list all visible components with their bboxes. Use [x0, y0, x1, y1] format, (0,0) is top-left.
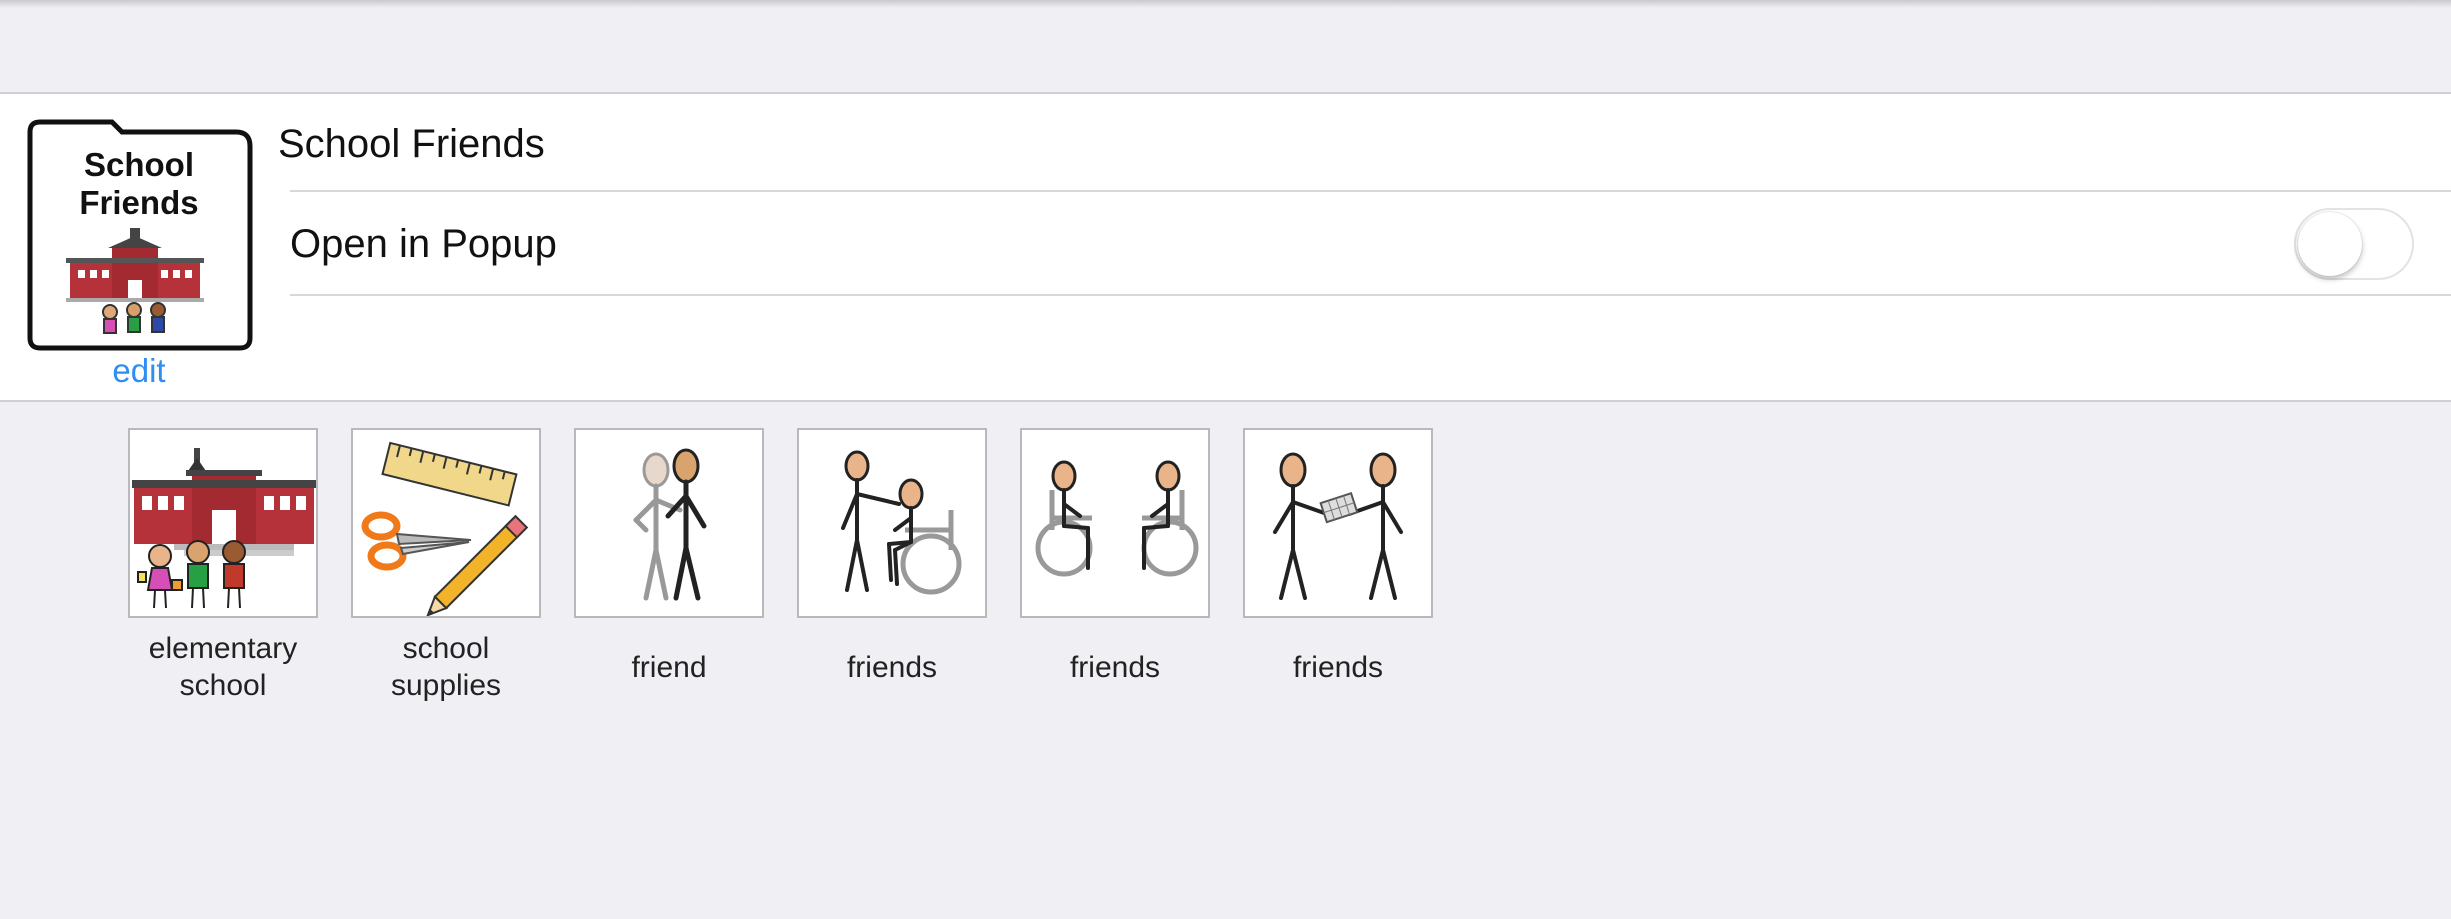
tile-friend[interactable]: friend	[574, 428, 764, 704]
tile-friends-1[interactable]: friends	[797, 428, 987, 704]
tile-friends-2[interactable]: friends	[1020, 428, 1210, 704]
tile-school-supplies[interactable]: school supplies	[351, 428, 541, 704]
tile-label: friend	[631, 650, 707, 684]
tile-label: friends	[846, 650, 938, 684]
symbol-tiles: elementary school school supplies friend…	[128, 428, 1468, 718]
toggle-knob[interactable]	[2298, 212, 2362, 276]
tile-image	[574, 428, 764, 618]
tile-label: elementary school	[148, 632, 298, 702]
ruler-scissors-pencil-icon	[361, 441, 529, 616]
tile-elementary-school[interactable]: elementary school	[128, 428, 318, 704]
tile-label: school supplies	[390, 632, 502, 702]
tile-image	[128, 428, 318, 618]
folder-settings-panel: School Friends edit School Friends Open …	[0, 92, 2451, 402]
open-in-popup-label: Open in Popup	[290, 222, 557, 266]
school-building-children-icon	[132, 448, 316, 609]
two-wheelchair-users-icon	[1035, 460, 1199, 577]
tile-image	[1020, 428, 1210, 618]
folder-thumbnail-title: School Friends	[79, 146, 199, 221]
open-in-popup-toggle[interactable]	[2294, 208, 2414, 280]
two-people-sharing-icon	[1273, 452, 1403, 600]
two-people-icon	[633, 448, 707, 601]
tile-image	[1243, 428, 1433, 618]
folder-name-field[interactable]: School Friends	[278, 114, 2378, 174]
top-bar-shadow	[0, 0, 2451, 8]
divider	[290, 190, 2451, 192]
tile-image	[351, 428, 541, 618]
tile-label: friends	[1292, 650, 1384, 684]
person-and-wheelchair-user-icon	[841, 450, 962, 595]
edit-link[interactable]: edit	[24, 352, 254, 390]
tile-image	[797, 428, 987, 618]
divider	[290, 294, 2451, 296]
tile-label: friends	[1069, 650, 1161, 684]
tile-friends-3[interactable]: friends	[1243, 428, 1433, 704]
